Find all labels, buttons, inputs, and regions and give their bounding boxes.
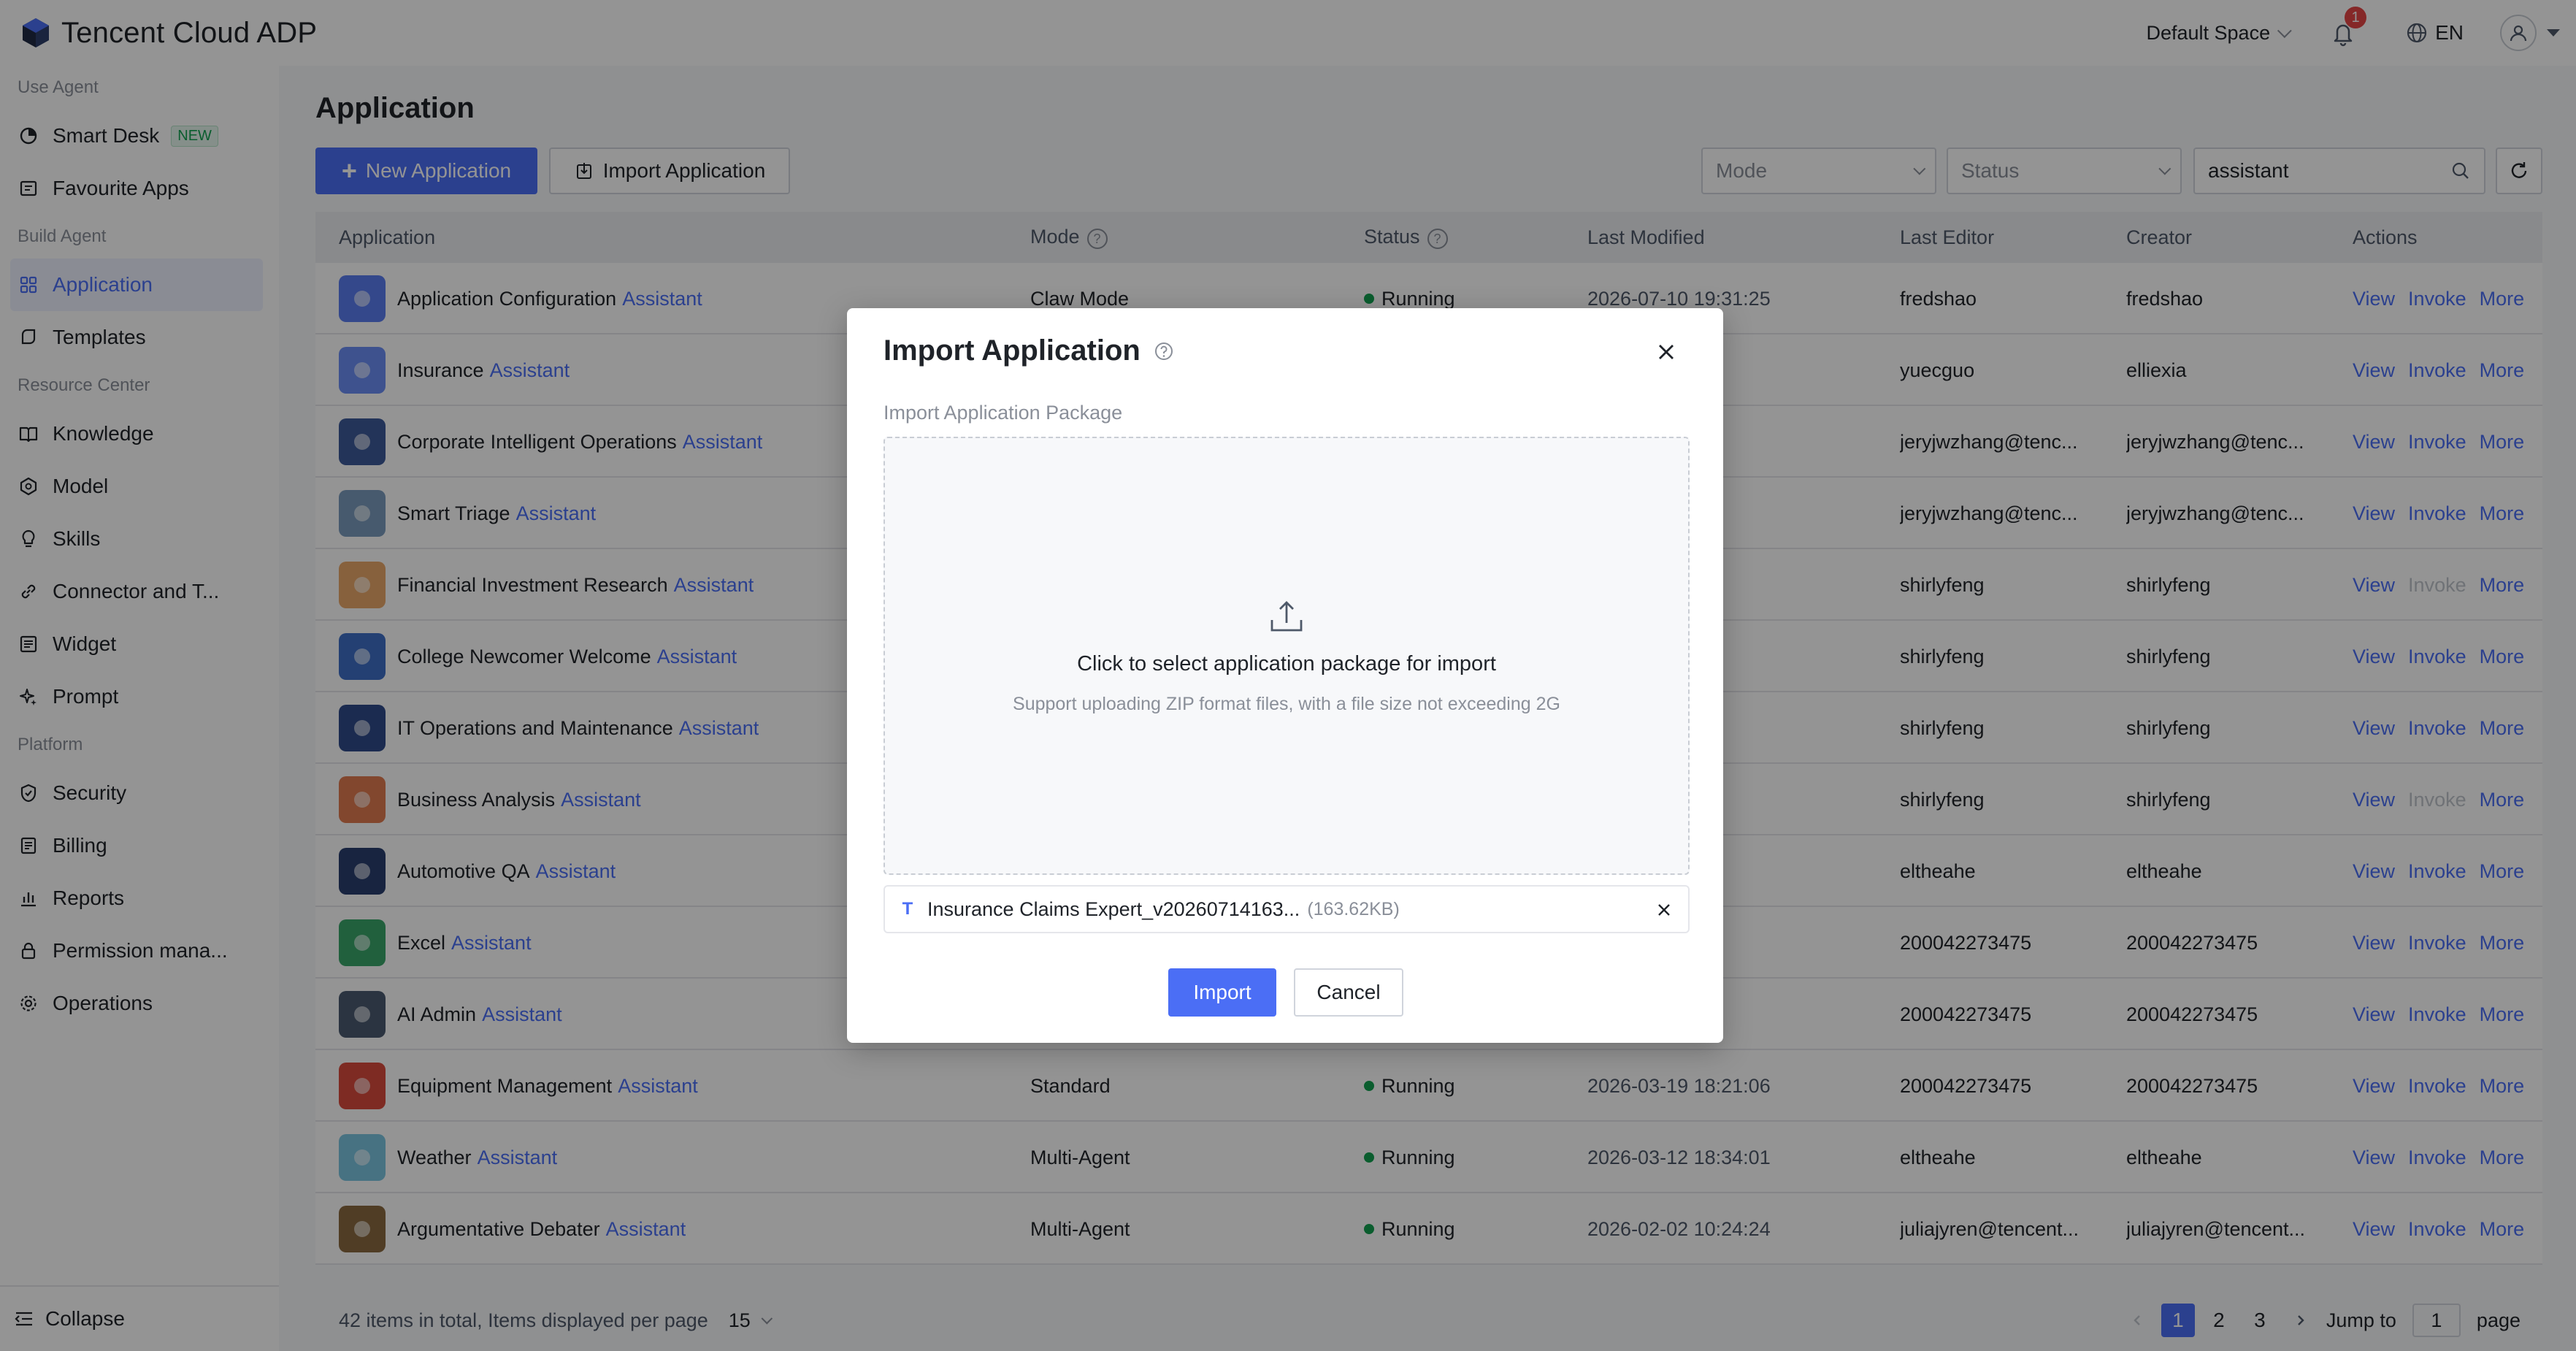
close-icon[interactable]: [1653, 339, 1679, 365]
dialog-title-text: Import Application: [883, 334, 1141, 367]
upload-dropzone[interactable]: Click to select application package for …: [883, 437, 1690, 875]
dropzone-hint: Support uploading ZIP format files, with…: [1013, 694, 1560, 714]
help-icon[interactable]: [1154, 341, 1174, 361]
selected-file: T Insurance Claims Expert_v20260714163..…: [883, 885, 1690, 933]
remove-file-icon[interactable]: [1653, 899, 1675, 921]
import-application-dialog: Import Application Import Application Pa…: [847, 308, 1723, 1043]
cancel-button[interactable]: Cancel: [1294, 968, 1403, 1017]
dropzone-title: Click to select application package for …: [1077, 652, 1496, 676]
upload-icon: [1270, 601, 1303, 632]
import-button[interactable]: Import: [1168, 968, 1276, 1017]
file-name: Insurance Claims Expert_v20260714163...: [927, 898, 1300, 920]
file-size: (163.62KB): [1307, 898, 1400, 919]
dialog-title: Import Application: [883, 334, 1174, 367]
file-icon: T: [902, 899, 913, 919]
package-field-label: Import Application Package: [883, 402, 1123, 424]
